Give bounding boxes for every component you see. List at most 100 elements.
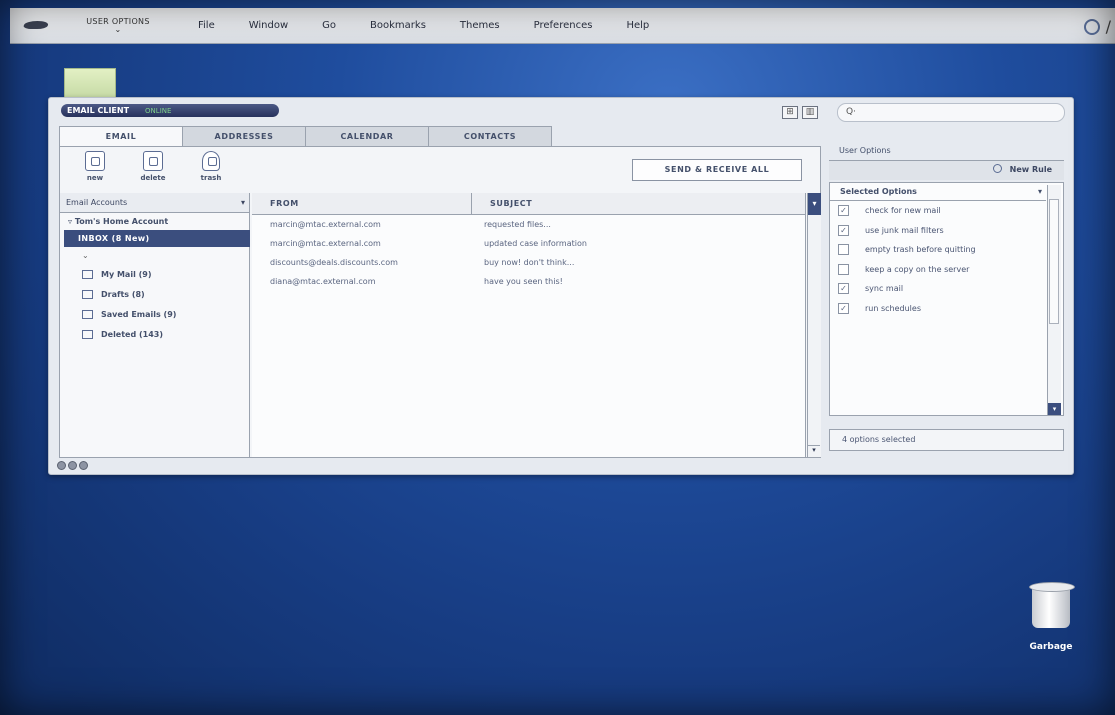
maximize-window-icon[interactable] bbox=[79, 461, 88, 470]
selected-options-dropdown[interactable]: Selected Options ▾ bbox=[830, 183, 1046, 201]
sidebar-item-deleted[interactable]: Deleted (143) bbox=[60, 325, 249, 345]
tab-addresses[interactable]: ADDRESSES bbox=[182, 126, 306, 146]
new-button[interactable]: new bbox=[72, 151, 118, 182]
new-label: new bbox=[86, 174, 104, 182]
checkbox[interactable]: ✓ bbox=[838, 205, 849, 217]
trash-icon bbox=[202, 151, 220, 171]
options-scrollbar[interactable]: ▾ bbox=[1047, 185, 1061, 415]
garbage-desktop-icon[interactable]: Garbage bbox=[1022, 582, 1080, 652]
option-keep-copy-on-server[interactable]: keep a copy on the server bbox=[830, 260, 1063, 280]
new-rule-button[interactable]: New Rule bbox=[992, 164, 1052, 174]
option-label: check for new mail bbox=[865, 206, 941, 216]
trash-button[interactable]: trash bbox=[188, 151, 234, 182]
checkbox[interactable]: ✓ bbox=[838, 283, 849, 295]
user-options-title: User Options bbox=[839, 146, 891, 155]
tab-bar: EMAIL ADDRESSES CALENDAR CONTACTS bbox=[59, 126, 552, 147]
chevron-down-icon[interactable]: ⌄ bbox=[60, 247, 249, 265]
delete-button[interactable]: delete bbox=[130, 151, 176, 182]
menu-bookmarks[interactable]: Bookmarks bbox=[370, 20, 426, 31]
tab-contacts[interactable]: CONTACTS bbox=[428, 126, 552, 146]
menubar-right: / bbox=[1083, 17, 1111, 36]
email-accounts-label: Email Accounts bbox=[66, 198, 128, 207]
menu-help[interactable]: Help bbox=[626, 20, 649, 31]
tab-email[interactable]: EMAIL bbox=[59, 126, 183, 147]
selected-options-label: Selected Options bbox=[840, 187, 917, 196]
menu-themes[interactable]: Themes bbox=[460, 20, 500, 31]
user-options-panel: User Options New Rule Selected Options ▾… bbox=[829, 146, 1064, 460]
view-toggle: ⊞ ▥ bbox=[782, 106, 818, 119]
scroll-down-icon[interactable]: ▾ bbox=[808, 445, 820, 457]
table-row[interactable]: discounts@deals.discounts.com buy now! d… bbox=[252, 253, 805, 272]
search-input[interactable]: Q· bbox=[837, 103, 1065, 122]
folder-label: Drafts (8) bbox=[101, 290, 145, 299]
sidebar-item-my-mail[interactable]: My Mail (9) bbox=[60, 265, 249, 285]
new-rule-label: New Rule bbox=[1009, 165, 1052, 174]
message-subject: buy now! don't think... bbox=[484, 258, 575, 267]
option-check-for-new-mail[interactable]: ✓ check for new mail bbox=[830, 201, 1063, 221]
message-from: marcin@mtac.external.com bbox=[270, 239, 381, 248]
sidebar-item-saved-emails[interactable]: Saved Emails (9) bbox=[60, 305, 249, 325]
option-run-schedules[interactable]: ✓ run schedules bbox=[830, 299, 1063, 319]
table-row[interactable]: marcin@mtac.external.com requested files… bbox=[252, 215, 805, 234]
menu-file[interactable]: File bbox=[198, 20, 215, 31]
option-label: empty trash before quitting bbox=[865, 245, 976, 255]
message-from: marcin@mtac.external.com bbox=[270, 220, 381, 229]
status-badge: ONLINE bbox=[145, 106, 172, 115]
desktop-folder-icon[interactable] bbox=[64, 68, 116, 98]
chevron-down-icon: ▾ bbox=[1037, 187, 1042, 196]
minimize-window-icon[interactable] bbox=[68, 461, 77, 470]
checkbox[interactable] bbox=[838, 244, 849, 256]
globe-icon[interactable] bbox=[1083, 18, 1100, 35]
window-title-bar[interactable]: EMAIL CLIENT ONLINE bbox=[61, 104, 279, 117]
table-row[interactable]: diana@mtac.external.com have you seen th… bbox=[252, 272, 805, 291]
option-empty-trash[interactable]: empty trash before quitting bbox=[830, 240, 1063, 260]
delete-icon bbox=[143, 151, 163, 171]
message-subject: updated case information bbox=[484, 239, 587, 248]
trash-label: trash bbox=[200, 174, 222, 182]
menu-window[interactable]: Window bbox=[249, 20, 288, 31]
message-list-scrollbar[interactable]: ▾ ▾ bbox=[807, 193, 821, 457]
new-message-icon bbox=[85, 151, 105, 171]
column-view-icon[interactable]: ▥ bbox=[802, 106, 818, 119]
chevron-down-icon[interactable]: ▾ bbox=[808, 193, 821, 215]
sidebar-item-drafts[interactable]: Drafts (8) bbox=[60, 285, 249, 305]
table-row[interactable]: marcin@mtac.external.com updated case in… bbox=[252, 234, 805, 253]
user-options-toolbar: New Rule bbox=[829, 160, 1064, 180]
column-header-from[interactable]: FROM bbox=[252, 193, 472, 214]
option-label: run schedules bbox=[865, 303, 921, 313]
accounts-pane: Email Accounts ▾ ▿ Tom's Home Account IN… bbox=[60, 193, 250, 457]
tab-calendar[interactable]: CALENDAR bbox=[305, 126, 429, 146]
column-header-subject[interactable]: SUBJECT bbox=[472, 193, 805, 214]
top-menu-bar: USER OPTIONS ⌄ File Window Go Bookmarks … bbox=[10, 8, 1115, 44]
chevron-down-icon: ▾ bbox=[240, 198, 245, 207]
window-title: EMAIL CLIENT bbox=[67, 106, 130, 115]
email-accounts-dropdown[interactable]: Email Accounts ▾ bbox=[60, 193, 249, 213]
option-use-junk-mail-filters[interactable]: ✓ use junk mail filters bbox=[830, 221, 1063, 241]
menu-go[interactable]: Go bbox=[322, 20, 336, 31]
scroll-thumb[interactable] bbox=[1049, 199, 1059, 324]
options-list: Selected Options ▾ ✓ check for new mail … bbox=[829, 182, 1064, 416]
close-window-icon[interactable] bbox=[57, 461, 66, 470]
account-name[interactable]: ▿ Tom's Home Account bbox=[60, 213, 249, 228]
message-list: FROM SUBJECT marcin@mtac.external.com re… bbox=[252, 193, 821, 457]
garbage-label: Garbage bbox=[1029, 642, 1073, 652]
send-receive-all-button[interactable]: SEND & RECEIVE ALL bbox=[632, 159, 802, 181]
scroll-down-icon[interactable]: ▾ bbox=[1048, 403, 1061, 415]
pen-icon[interactable]: / bbox=[1106, 17, 1111, 36]
checkbox[interactable]: ✓ bbox=[838, 224, 849, 236]
checkbox[interactable] bbox=[838, 263, 849, 275]
option-label: sync mail bbox=[865, 284, 904, 294]
menu-preferences[interactable]: Preferences bbox=[534, 20, 593, 31]
folder-label: My Mail (9) bbox=[101, 270, 152, 279]
message-from: diana@mtac.external.com bbox=[270, 277, 376, 286]
checkbox[interactable]: ✓ bbox=[838, 302, 849, 314]
option-sync-mail[interactable]: ✓ sync mail bbox=[830, 279, 1063, 299]
sidebar-item-inbox[interactable]: INBOX (8 New) bbox=[64, 230, 250, 247]
trash-icon bbox=[82, 330, 93, 339]
user-options-menu[interactable]: USER OPTIONS ⌄ bbox=[68, 17, 168, 34]
option-label: use junk mail filters bbox=[865, 225, 944, 235]
message-from: discounts@deals.discounts.com bbox=[270, 258, 398, 267]
grid-view-icon[interactable]: ⊞ bbox=[782, 106, 798, 119]
folder-label: Saved Emails (9) bbox=[101, 310, 177, 319]
system-logo-icon[interactable] bbox=[18, 11, 58, 41]
